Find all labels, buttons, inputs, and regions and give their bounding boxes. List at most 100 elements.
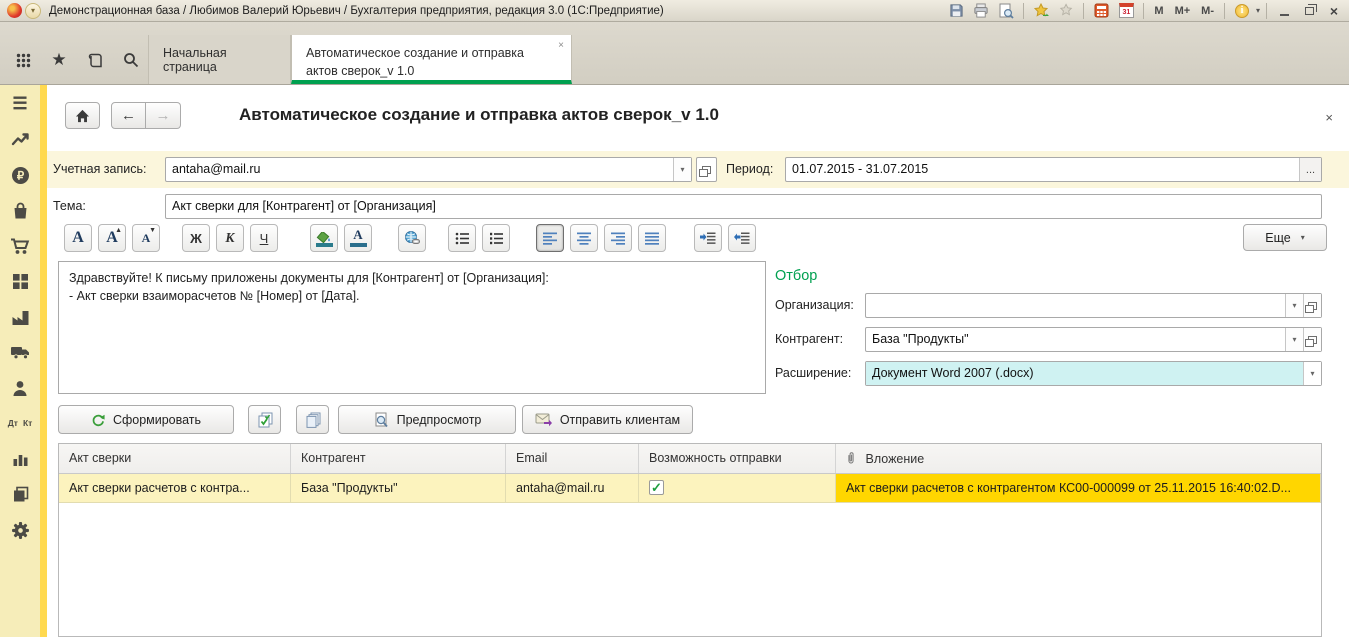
col-header-counterparty[interactable]: Контрагент (291, 444, 506, 473)
apps-grid-icon[interactable] (12, 49, 34, 71)
counterparty-choose-button[interactable] (1303, 328, 1321, 351)
counterparty-dropdown-icon[interactable]: ▾ (1285, 328, 1303, 351)
warehouse-grid-icon[interactable] (9, 271, 31, 293)
generate-button[interactable]: Сформировать (58, 405, 234, 434)
decrease-indent-button[interactable] (728, 224, 756, 252)
filter-title: Отбор (775, 268, 817, 284)
organization-value[interactable] (866, 294, 1285, 317)
tab-home-page[interactable]: Начальная страница (148, 35, 291, 84)
memory-recall-button[interactable]: M (1150, 5, 1167, 17)
col-header-act[interactable]: Акт сверки (59, 444, 291, 473)
table-row[interactable]: Акт сверки расчетов с контра... База "Пр… (59, 474, 1321, 503)
info-icon[interactable]: i (1231, 2, 1253, 20)
can-send-checkbox[interactable]: ✓ (649, 480, 664, 495)
favorites-panel-icon[interactable]: ★ (48, 49, 70, 71)
period-value[interactable]: 01.07.2015 - 31.07.2015 (786, 158, 1299, 181)
info-dropdown-icon[interactable]: ▾ (1256, 6, 1260, 15)
subject-value[interactable]: Акт сверки для [Контрагент] от [Организа… (166, 195, 1321, 218)
main-menu-dropdown-icon[interactable]: ▾ (25, 3, 41, 19)
form-close-icon[interactable]: × (1325, 110, 1333, 125)
print-preview-icon[interactable] (995, 2, 1017, 20)
cell-act[interactable]: Акт сверки расчетов с контра... (59, 474, 291, 502)
account-field[interactable]: antaha@mail.ru ▾ (165, 157, 692, 182)
organization-field[interactable]: ▾ (865, 293, 1322, 318)
purchases-bag-icon[interactable] (9, 200, 31, 222)
print-icon[interactable] (970, 2, 992, 20)
back-button[interactable]: ← (111, 102, 146, 129)
col-header-email[interactable]: Email (506, 444, 639, 473)
account-choose-button[interactable] (696, 157, 717, 182)
col-header-can-send[interactable]: Возможность отправки (639, 444, 836, 473)
main-section-menu-icon[interactable]: ☰ (9, 93, 31, 115)
organization-choose-button[interactable] (1303, 294, 1321, 317)
font-size-increase-button[interactable]: A▲ (98, 224, 126, 252)
save-icon[interactable] (945, 2, 967, 20)
account-dropdown-icon[interactable]: ▾ (673, 158, 691, 181)
text-color-button[interactable]: A (344, 224, 372, 252)
home-button[interactable] (65, 102, 100, 129)
counterparty-field[interactable]: База "Продукты" ▾ (865, 327, 1322, 352)
sales-cart-icon[interactable] (9, 235, 31, 257)
administration-gear-icon[interactable] (9, 519, 31, 541)
delivery-truck-icon[interactable] (9, 342, 31, 364)
period-field[interactable]: 01.07.2015 - 31.07.2015 ... (785, 157, 1322, 182)
calendar-icon[interactable]: 31 (1115, 2, 1137, 20)
reports-chart-icon[interactable] (9, 448, 31, 470)
references-docs-icon[interactable] (9, 484, 31, 506)
production-factory-icon[interactable] (9, 306, 31, 328)
app-logo-1c-icon[interactable] (7, 3, 22, 18)
tab-auto-acts[interactable]: Автоматическое создание и отправка актов… (291, 35, 572, 84)
minimize-button[interactable] (1273, 2, 1295, 20)
history-icon[interactable] (84, 49, 106, 71)
account-value[interactable]: antaha@mail.ru (166, 158, 673, 181)
message-body-editor[interactable]: Здравствуйте! К письму приложены докумен… (58, 261, 766, 394)
close-window-button[interactable]: × (1323, 2, 1345, 20)
bold-button[interactable]: Ж (182, 224, 210, 252)
send-to-clients-button[interactable]: Отправить клиентам (522, 405, 693, 434)
align-right-button[interactable] (604, 224, 632, 252)
font-size-decrease-button[interactable]: A▼ (132, 224, 160, 252)
col-header-attachment[interactable]: Вложение (836, 444, 1321, 473)
align-left-button[interactable] (536, 224, 564, 252)
table-header-row: Акт сверки Контрагент Email Возможность … (59, 444, 1321, 474)
increase-indent-button[interactable] (694, 224, 722, 252)
background-color-button[interactable] (310, 224, 338, 252)
tab-label: Автоматическое создание и отправка актов… (306, 44, 557, 80)
sales-trend-icon[interactable] (9, 129, 31, 151)
cell-counterparty[interactable]: База "Продукты" (291, 474, 506, 502)
cell-email[interactable]: antaha@mail.ru (506, 474, 639, 502)
check-all-button[interactable] (248, 405, 281, 434)
tab-close-icon[interactable]: × (558, 41, 564, 51)
employees-person-icon[interactable] (9, 377, 31, 399)
numbered-list-button[interactable] (482, 224, 510, 252)
cell-attachment[interactable]: Акт сверки расчетов с контрагентом КС00-… (836, 474, 1321, 502)
align-justify-button[interactable] (638, 224, 666, 252)
favorites-icon[interactable] (1055, 2, 1077, 20)
italic-button[interactable]: К (216, 224, 244, 252)
more-button[interactable]: Еще ▾ (1243, 224, 1327, 251)
quick-panel: ★ (0, 35, 154, 85)
extension-dropdown-icon[interactable]: ▾ (1303, 362, 1321, 385)
forward-button[interactable]: → (146, 102, 181, 129)
align-center-button[interactable] (570, 224, 598, 252)
restore-button[interactable] (1298, 2, 1320, 20)
memory-plus-button[interactable]: M+ (1171, 5, 1195, 17)
memory-minus-button[interactable]: M- (1197, 5, 1218, 17)
organization-dropdown-icon[interactable]: ▾ (1285, 294, 1303, 317)
operations-dtkt-icon[interactable]: Дт Кт (9, 413, 31, 435)
extension-field[interactable]: Документ Word 2007 (.docx) ▾ (865, 361, 1322, 386)
uncheck-all-button[interactable] (296, 405, 329, 434)
bank-ruble-icon[interactable]: ₽ (9, 164, 31, 186)
counterparty-value[interactable]: База "Продукты" (866, 328, 1285, 351)
period-more-button[interactable]: ... (1299, 158, 1321, 181)
underline-button[interactable]: Ч (250, 224, 278, 252)
subject-field[interactable]: Акт сверки для [Контрагент] от [Организа… (165, 194, 1322, 219)
search-icon[interactable] (120, 49, 142, 71)
bullet-list-button[interactable] (448, 224, 476, 252)
insert-link-button[interactable] (398, 224, 426, 252)
extension-value[interactable]: Документ Word 2007 (.docx) (866, 362, 1303, 385)
preview-button[interactable]: Предпросмотр (338, 405, 516, 434)
calculator-icon[interactable] (1090, 2, 1112, 20)
font-button[interactable]: A (64, 224, 92, 252)
add-to-favorites-icon[interactable] (1030, 2, 1052, 20)
